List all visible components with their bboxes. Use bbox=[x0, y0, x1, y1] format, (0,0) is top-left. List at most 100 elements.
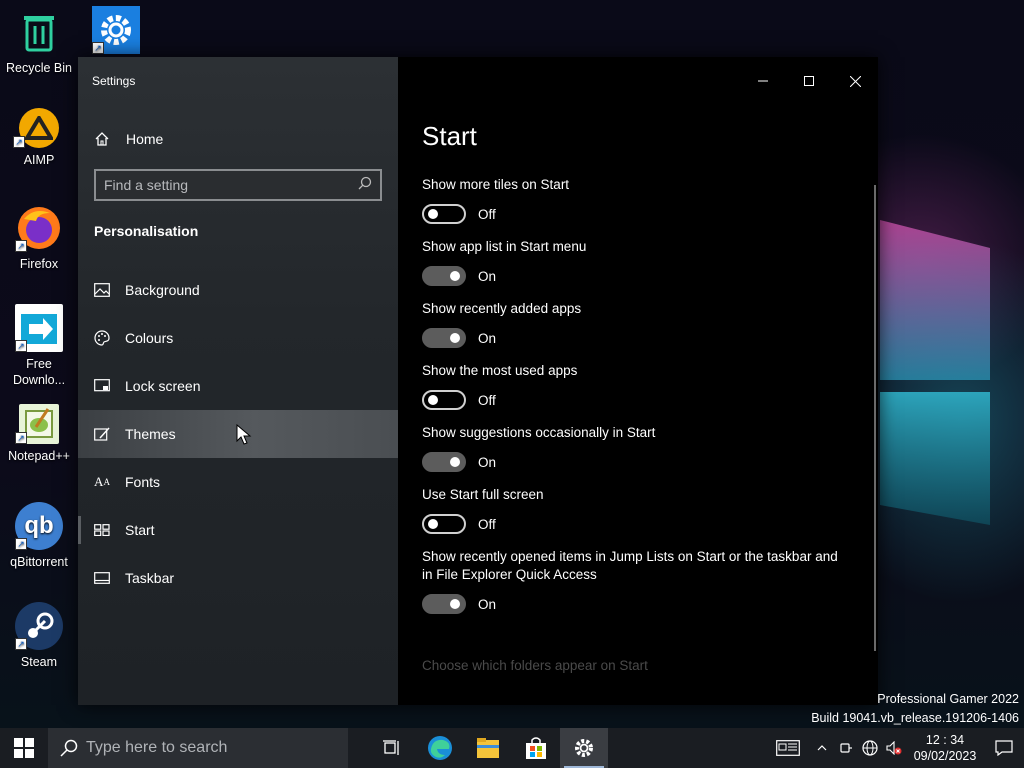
toggle-state-label: On bbox=[478, 454, 497, 470]
toggle-knob bbox=[450, 333, 460, 343]
chevron-up-icon bbox=[817, 745, 827, 751]
clock-time: 12 : 34 bbox=[925, 733, 965, 747]
clock-date: 09/02/2023 bbox=[913, 749, 977, 763]
task-view-icon bbox=[383, 740, 399, 755]
jump-lists-toggle[interactable] bbox=[422, 594, 466, 614]
section-heading: Personalisation bbox=[94, 223, 199, 239]
choose-folders-link[interactable]: Choose which folders appear on Start bbox=[422, 658, 648, 673]
suggestions-toggle[interactable] bbox=[422, 452, 466, 472]
desktop-icon-recycle-bin[interactable]: Recycle Bin bbox=[2, 8, 76, 76]
taskbar-icon bbox=[94, 570, 110, 586]
nav-item-label: Background bbox=[125, 282, 200, 298]
option-label: Show more tiles on Start bbox=[422, 177, 570, 192]
desktop-icon-aimp[interactable]: ↗ AIMP bbox=[2, 108, 76, 168]
file-explorer-icon bbox=[477, 738, 499, 758]
option-jump-lists: Show recently opened items in Jump Lists… bbox=[422, 548, 852, 614]
nav-home[interactable]: Home bbox=[78, 121, 398, 157]
find-setting-input[interactable] bbox=[104, 177, 358, 193]
start-button[interactable] bbox=[0, 728, 48, 768]
search-icon bbox=[60, 739, 78, 757]
maximize-button[interactable] bbox=[786, 65, 832, 97]
home-icon bbox=[94, 131, 110, 147]
settings-icon bbox=[575, 739, 593, 757]
news-icon bbox=[776, 740, 800, 756]
store-taskbar-button[interactable] bbox=[512, 728, 560, 768]
nav-item-label: Colours bbox=[125, 330, 174, 346]
nav-item-background[interactable]: Background bbox=[78, 266, 398, 314]
close-button[interactable] bbox=[832, 65, 878, 97]
shortcut-arrow-icon: ↗ bbox=[13, 136, 25, 148]
settings-sidebar: Settings Home Personalisation Background bbox=[78, 57, 398, 705]
option-most-used: Show the most used apps Off bbox=[422, 362, 852, 410]
toggle-state-label: Off bbox=[478, 516, 496, 532]
nav-item-start[interactable]: Start bbox=[78, 506, 398, 554]
taskbar-search-box[interactable]: Type here to search bbox=[48, 728, 348, 768]
settings-search-box[interactable] bbox=[94, 169, 382, 201]
option-label: Show recently added apps bbox=[422, 301, 582, 316]
recently-added-toggle[interactable] bbox=[422, 328, 466, 348]
toggle-knob bbox=[428, 395, 438, 405]
toggle-state-label: On bbox=[478, 596, 497, 612]
show-hidden-icons-button[interactable] bbox=[810, 728, 834, 768]
nav-item-label: Taskbar bbox=[125, 570, 175, 586]
option-recently-added: Show recently added apps On bbox=[422, 300, 852, 348]
toggle-knob bbox=[428, 209, 438, 219]
desktop-icon-firefox[interactable]: ↗ Firefox bbox=[2, 204, 76, 272]
shortcut-arrow-icon: ↗ bbox=[15, 432, 27, 444]
network-button[interactable] bbox=[858, 728, 882, 768]
toggle-state-label: Off bbox=[478, 206, 496, 222]
most-used-toggle[interactable] bbox=[422, 390, 466, 410]
start-icon bbox=[94, 522, 110, 538]
minimize-button[interactable] bbox=[740, 65, 786, 97]
nav-item-fonts[interactable]: AA Fonts bbox=[78, 458, 398, 506]
volume-button[interactable] bbox=[882, 728, 906, 768]
image-icon bbox=[94, 282, 110, 298]
app-list-toggle[interactable] bbox=[422, 266, 466, 286]
search-icon[interactable] bbox=[358, 176, 372, 195]
nav-item-taskbar[interactable]: Taskbar bbox=[78, 554, 398, 602]
shortcut-arrow-icon: ↗ bbox=[15, 240, 27, 252]
option-label: Use Start full screen bbox=[422, 487, 544, 502]
desktop-icon-qbittorrent[interactable]: qb ↗ qBittorrent bbox=[2, 502, 76, 570]
desktop-icon-notepad-plus-plus[interactable]: ↗ Notepad++ bbox=[2, 404, 76, 464]
desktop-icon-label: Steam bbox=[20, 655, 58, 669]
more-tiles-toggle[interactable] bbox=[422, 204, 466, 224]
firefox-icon: ↗ bbox=[15, 204, 63, 252]
full-screen-toggle[interactable] bbox=[422, 514, 466, 534]
option-app-list: Show app list in Start menu On bbox=[422, 238, 852, 286]
shortcut-arrow-icon: ↗ bbox=[15, 538, 27, 550]
watermark-line-2: Build 19041.vb_release.191206-1406 bbox=[811, 711, 1019, 725]
file-explorer-taskbar-button[interactable] bbox=[464, 728, 512, 768]
desktop-icon-steam[interactable]: ↗ Steam bbox=[2, 602, 76, 670]
desktop-icon-free-download[interactable]: ↗ Free Downlo... bbox=[2, 304, 76, 388]
nav-item-lock-screen[interactable]: Lock screen bbox=[78, 362, 398, 410]
taskbar-clock[interactable]: 12 : 34 09/02/2023 bbox=[906, 732, 984, 764]
option-label: Show app list in Start menu bbox=[422, 239, 587, 254]
usb-device-icon bbox=[840, 743, 852, 753]
desktop-icon-label: qBittorrent bbox=[10, 555, 68, 569]
nav-item-colours[interactable]: Colours bbox=[78, 314, 398, 362]
volume-muted-icon bbox=[886, 741, 902, 755]
aimp-icon: ↗ bbox=[13, 108, 59, 148]
free-download-manager-icon: ↗ bbox=[15, 304, 63, 352]
task-view-button[interactable] bbox=[368, 728, 416, 768]
steam-icon: ↗ bbox=[15, 602, 63, 650]
nav-item-label: Fonts bbox=[125, 474, 161, 490]
maximize-icon bbox=[804, 76, 814, 86]
option-full-screen: Use Start full screen Off bbox=[422, 486, 852, 534]
desktop-icon-settings-shortcut[interactable]: ↗ bbox=[79, 6, 153, 58]
content-scrollbar[interactable] bbox=[874, 185, 876, 651]
window-title: Settings bbox=[92, 74, 136, 88]
settings-taskbar-button[interactable] bbox=[560, 728, 608, 768]
toggle-state-label: On bbox=[478, 268, 497, 284]
news-widget-button[interactable] bbox=[766, 728, 810, 768]
palette-icon bbox=[94, 330, 110, 346]
taskbar-search-placeholder: Type here to search bbox=[86, 739, 228, 756]
window-controls bbox=[740, 65, 878, 97]
option-label: Show the most used apps bbox=[422, 363, 578, 378]
notifications-button[interactable] bbox=[984, 728, 1024, 768]
edge-icon bbox=[428, 736, 452, 760]
edge-taskbar-button[interactable] bbox=[416, 728, 464, 768]
notification-icon bbox=[995, 740, 1013, 756]
tray-app-button[interactable] bbox=[834, 728, 858, 768]
